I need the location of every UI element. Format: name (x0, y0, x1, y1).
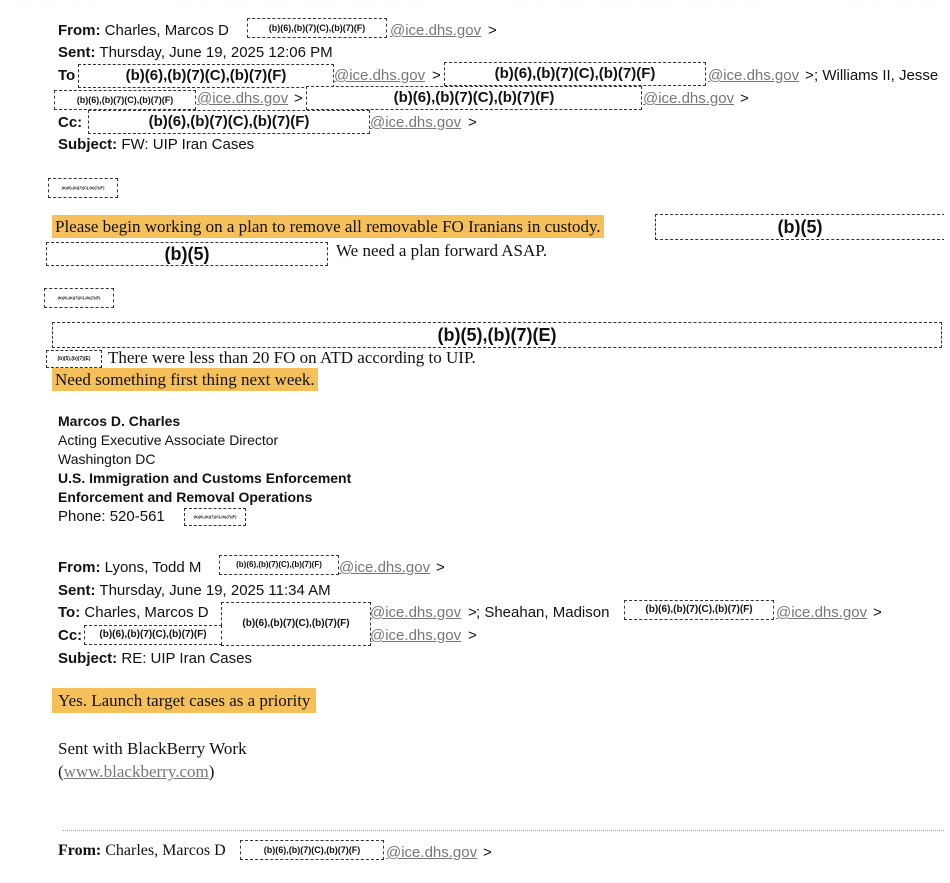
email-domain[interactable]: @ice.dhs.gov (776, 604, 867, 622)
to-extra-recipient: ; Williams II, Jesse (814, 67, 939, 84)
redaction-box: (b)(6),(b)(7)(C),(b)(7)(F) (84, 625, 222, 645)
angle-bracket: > (432, 67, 441, 84)
sent-line: Sent: Thursday, June 19, 2025 12:06 PM (58, 44, 333, 61)
email-domain[interactable]: @ice.dhs.gov (370, 604, 461, 622)
redaction-box: (b)(6),(b)(7)(C),(b)(7)(F) (78, 64, 334, 88)
cc-label: Cc: (58, 627, 83, 644)
signature-division: Enforcement and Removal Operations (58, 489, 313, 505)
to-line: To: Charles, Marcos D (58, 604, 209, 621)
angle-bracket: > (294, 90, 303, 107)
subject-line: Subject: FW: UIP Iran Cases (58, 136, 255, 153)
redaction-box: (b)(5) (655, 214, 944, 240)
redaction-box: (b)(6),(b)(7)(C),(b)(7)(F) (444, 62, 706, 86)
body-line-highlighted: Need something first thing next week. (52, 368, 318, 391)
body-line-highlighted: Yes. Launch target cases as a priority (52, 688, 317, 713)
email-domain[interactable]: @ice.dhs.gov (370, 114, 461, 132)
redaction-box: (b)(6),(b)(7)(C),(b)(7)(F) (54, 90, 196, 110)
cc-label: Cc: (58, 114, 83, 131)
redaction-box: (b)(6),(b)(7)(C),(b)(7)(F) (48, 178, 118, 198)
from-line: From: Charles, Marcos D (58, 842, 226, 859)
angle-bracket: > (805, 67, 814, 84)
email-domain[interactable]: @ice.dhs.gov (370, 627, 461, 645)
body-line-highlighted: Please begin working on a plan to remove… (52, 215, 604, 238)
angle-bracket: > (468, 114, 477, 131)
redaction-box: (b)(5) (46, 242, 328, 266)
sent-with-line: Sent with BlackBerry Work (58, 739, 247, 758)
divider (63, 830, 944, 831)
angle-bracket: > (436, 559, 445, 576)
angle-bracket: > (873, 604, 882, 621)
email-domain[interactable]: @ice.dhs.gov (334, 67, 425, 85)
redaction-box: (b)(6),(b)(7)(C),(b)(7)(F) (184, 508, 246, 526)
redaction-box: (b)(6),(b)(7)(C),(b)(7)(F) (221, 602, 371, 646)
email-domain[interactable]: @ice.dhs.gov (643, 90, 734, 108)
signature-location: Washington DC (58, 451, 156, 467)
body-line: There were less than 20 FO on ATD accord… (108, 348, 476, 367)
email-domain[interactable]: @ice.dhs.gov (197, 90, 288, 108)
subject-line: Subject: RE: UIP Iran Cases (58, 650, 252, 667)
signature-phone: Phone: 520-561 (58, 508, 165, 525)
from-line: From: Lyons, Todd M (58, 559, 202, 576)
document-page: From: Charles, Marcos D (b)(6),(b)(7)(C)… (8, 4, 944, 876)
redaction-box: (b)(6),(b)(7)(C),(b)(7)(F) (624, 600, 774, 620)
email-domain[interactable]: @ice.dhs.gov (708, 67, 799, 85)
email-domain[interactable]: @ice.dhs.gov (386, 844, 477, 862)
redaction-box: (b)(6),(b)(7)(C),(b)(7)(F) (219, 555, 339, 575)
redaction-box: (b)(6),(b)(7)(C),(b)(7)(F) (306, 86, 642, 110)
blackberry-link[interactable]: www.blackberry.com (64, 762, 209, 781)
signature-name: Marcos D. Charles (58, 413, 181, 429)
angle-bracket: > (483, 844, 492, 861)
angle-bracket: > (488, 22, 497, 39)
signature-agency: U.S. Immigration and Customs Enforcement (58, 470, 352, 486)
redaction-box: (b)(6),(b)(7)(C),(b)(7)(F) (240, 840, 384, 860)
email-domain[interactable]: @ice.dhs.gov (390, 22, 481, 40)
angle-bracket: > (468, 627, 477, 644)
signature-title: Acting Executive Associate Director (58, 432, 279, 448)
redaction-box: (b)(5),(b)(7)(E) (52, 322, 942, 348)
redaction-box: (b)(6),(b)(7)(C),(b)(7)(F) (247, 18, 387, 38)
from-line: From: Charles, Marcos D (58, 22, 229, 39)
to-second-recipient: ; Sheahan, Madison (476, 604, 610, 621)
sent-line: Sent: Thursday, June 19, 2025 11:34 AM (58, 582, 331, 599)
to-label: To (58, 67, 76, 84)
redaction-box: (b)(6),(b)(7)(C),(b)(7)(F) (88, 110, 370, 134)
email-domain[interactable]: @ice.dhs.gov (339, 559, 430, 577)
body-line: We need a plan forward ASAP. (336, 241, 548, 260)
angle-bracket: > (740, 90, 749, 107)
link-line: (www.blackberry.com) (58, 762, 215, 781)
redaction-box: (b)(5),(b)(7)(E) (46, 350, 102, 368)
redaction-box: (b)(6),(b)(7)(C),(b)(7)(F) (44, 288, 114, 308)
